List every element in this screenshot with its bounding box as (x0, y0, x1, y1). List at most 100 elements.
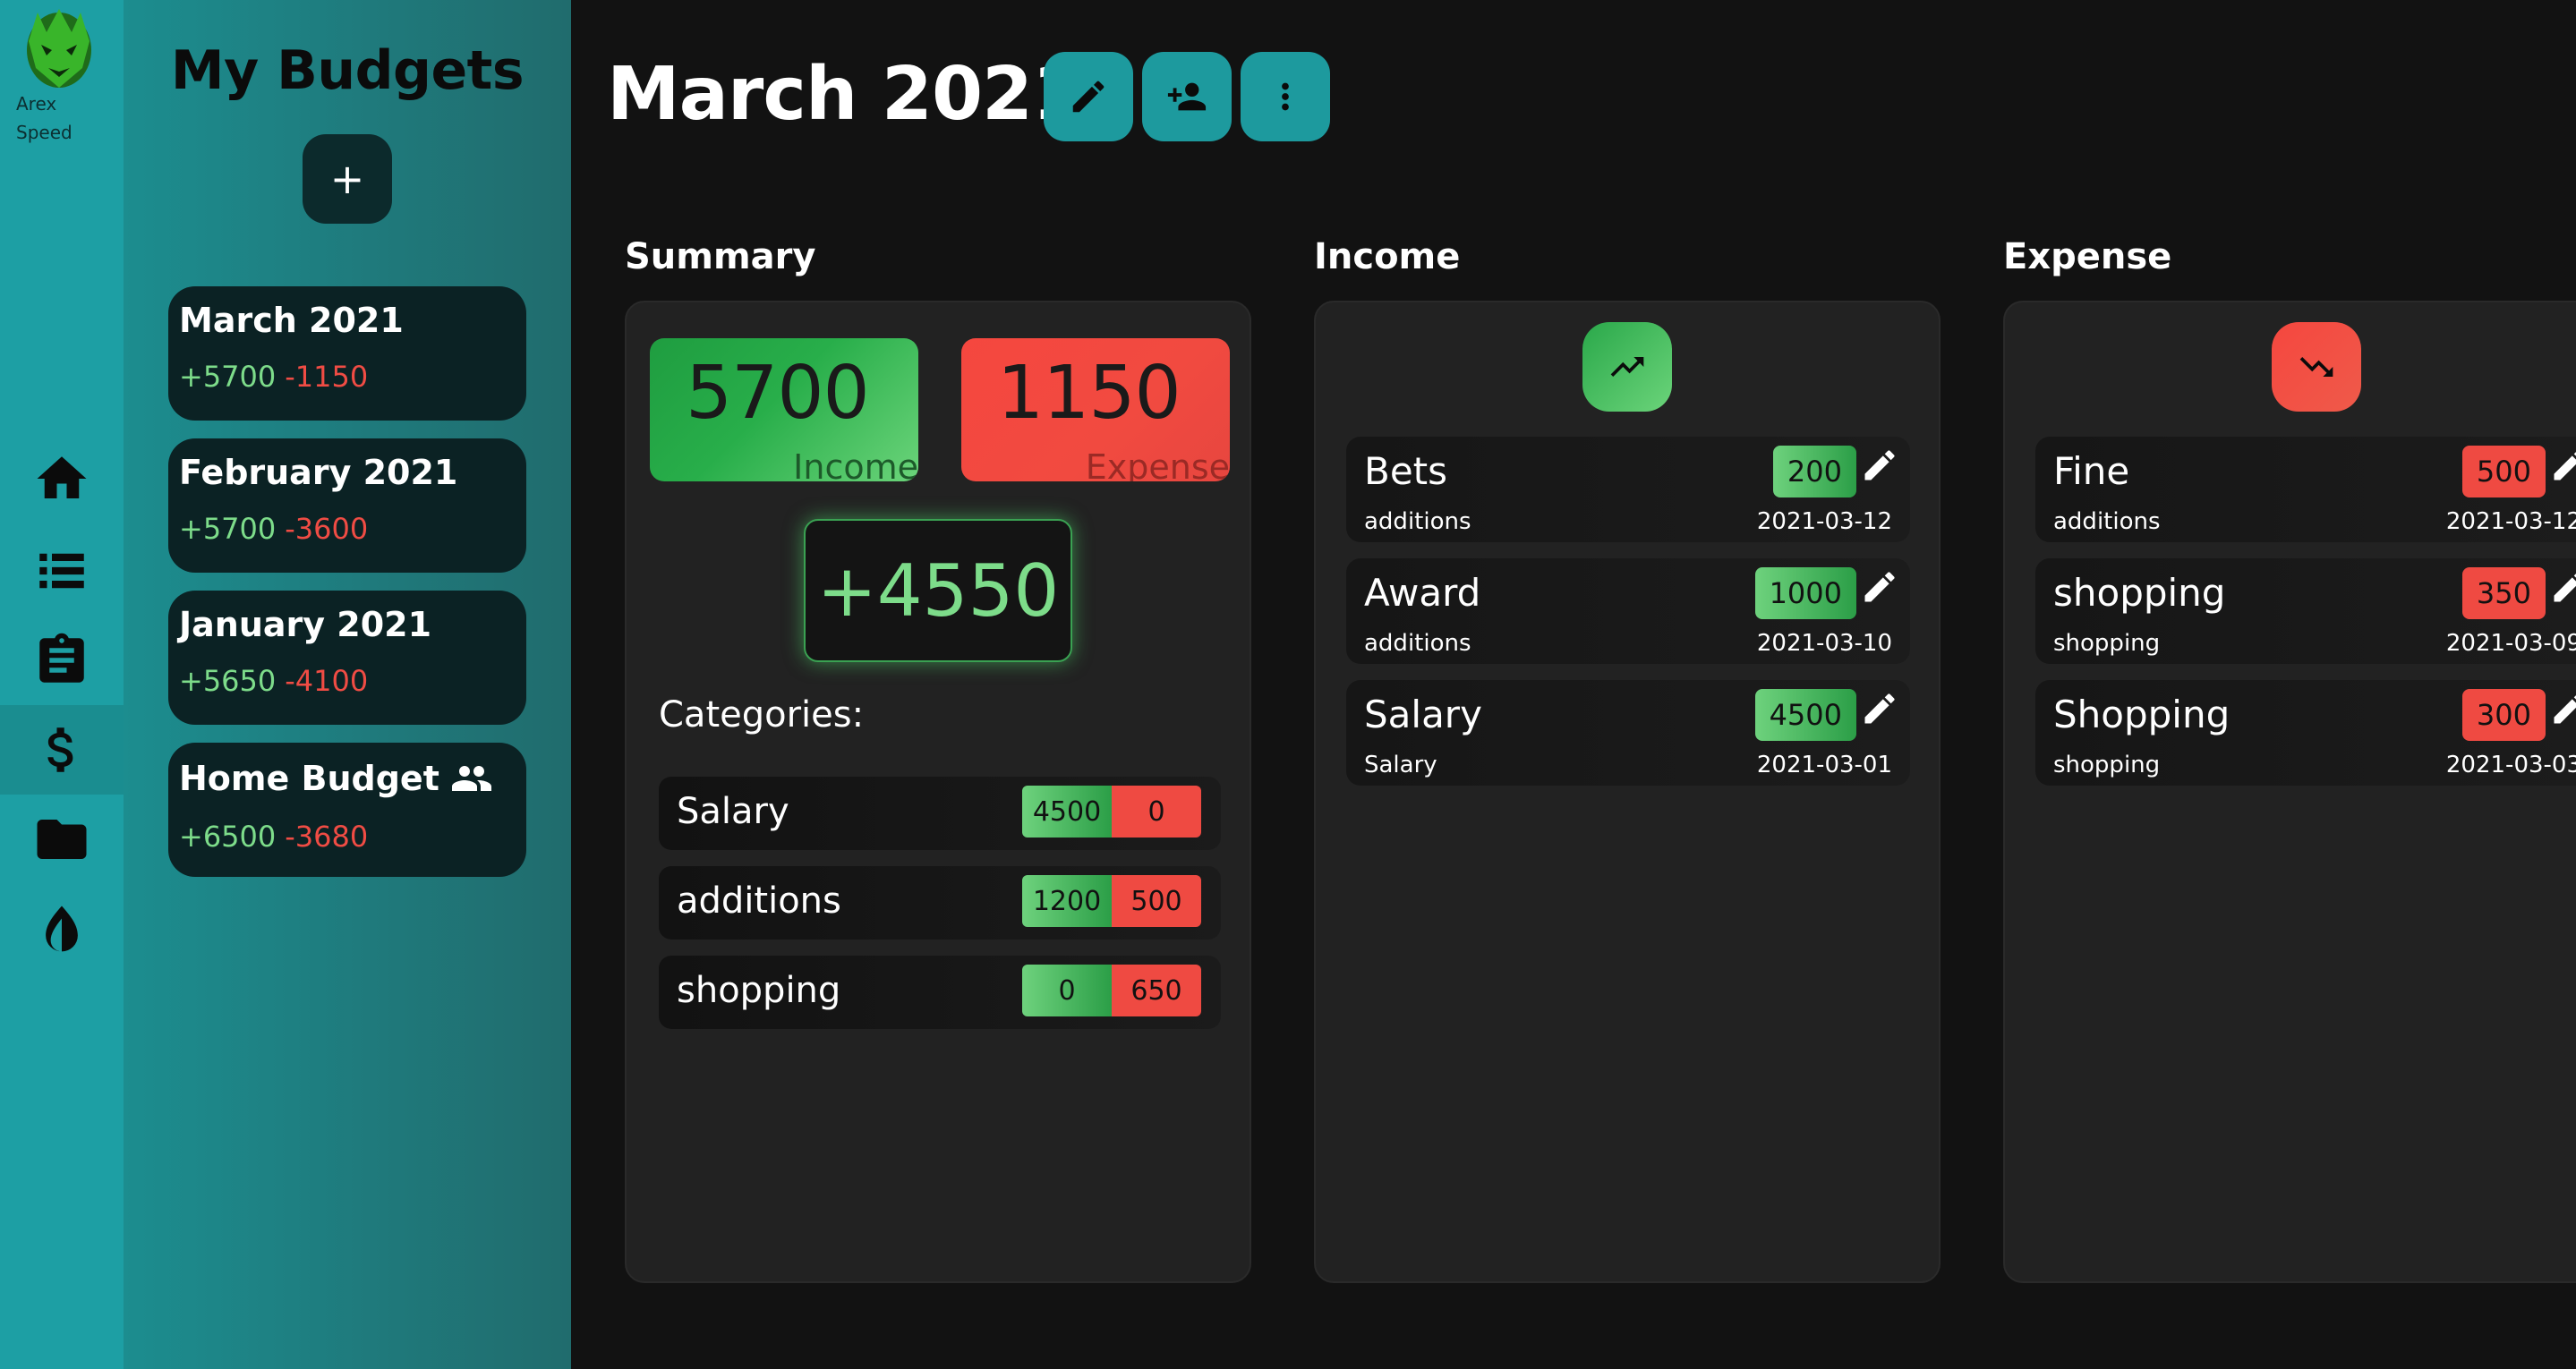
add-income-button[interactable] (1582, 322, 1672, 412)
list-icon (39, 553, 84, 589)
transaction-amount: 1000 (1754, 567, 1856, 619)
income-item[interactable]: Salary 4500 Salary 2021-03-01 (1346, 680, 1910, 786)
income-item[interactable]: Bets 200 additions 2021-03-12 (1346, 437, 1910, 542)
category-expense: 500 (1112, 875, 1201, 927)
category-name: additions (677, 880, 841, 922)
trending-down-icon (2299, 357, 2333, 377)
nav-folder[interactable] (0, 795, 124, 884)
category-income: 1200 (1022, 875, 1112, 927)
income-panel: Bets 200 additions 2021-03-12 Award 1000… (1314, 301, 1941, 1283)
budget-income: +5700 (179, 512, 277, 546)
budget-expense: -4100 (285, 664, 369, 698)
transaction-amount: 300 (2461, 689, 2546, 741)
budget-card-february-2021[interactable]: February 2021 +5700 -3600 (168, 438, 526, 573)
nav-theme[interactable] (0, 886, 124, 975)
transaction-date: 2021-03-01 (1756, 752, 1892, 778)
nav-list[interactable] (0, 526, 124, 616)
category-name: Salary (677, 791, 789, 832)
shared-group-icon (451, 766, 491, 791)
edit-transaction-button[interactable] (2549, 567, 2576, 607)
transaction-date: 2021-03-09 (2445, 630, 2576, 657)
edit-budget-button[interactable] (1044, 52, 1133, 141)
income-total-label: Income (793, 447, 918, 481)
more-vert-icon (1282, 82, 1289, 111)
budgets-panel: My Budgets + March 2021 +5700 -1150 Febru… (124, 0, 571, 1369)
transaction-amount: 500 (2461, 446, 2546, 497)
transaction-date: 2021-03-03 (2445, 752, 2576, 778)
budget-card-home-budget[interactable]: Home Budget +6500 -3680 (168, 743, 526, 877)
transaction-name: Award (1364, 571, 1481, 615)
more-options-button[interactable] (1241, 52, 1330, 141)
clipboard-icon (39, 633, 84, 683)
expense-total-value: 1150 (997, 351, 1181, 436)
nav-home[interactable] (0, 434, 124, 523)
home-icon (37, 456, 87, 498)
budget-card-march-2021[interactable]: March 2021 +5700 -1150 (168, 286, 526, 421)
transaction-name: shopping (2053, 571, 2226, 615)
edit-transaction-button[interactable] (1860, 567, 1899, 607)
budget-expense: -1150 (285, 360, 369, 394)
edit-transaction-button[interactable] (2549, 689, 2576, 728)
budget-income: +6500 (179, 820, 277, 854)
transaction-date: 2021-03-10 (1756, 630, 1892, 657)
transaction-category: Salary (1364, 752, 1437, 778)
budget-name: January 2021 (179, 605, 432, 644)
add-person-icon (1167, 82, 1207, 111)
folder-icon (37, 820, 87, 859)
transaction-amount: 4500 (1754, 689, 1856, 741)
avatar[interactable] (20, 5, 98, 91)
transaction-category: shopping (2053, 630, 2161, 657)
app-root: Arex Speed My Budgets + March 2021 +5700… (0, 0, 2576, 1369)
transaction-category: additions (1364, 508, 1471, 535)
transaction-name: Shopping (2053, 693, 2231, 736)
category-expense: 650 (1112, 965, 1201, 1016)
transaction-category: additions (2053, 508, 2161, 535)
budget-name: March 2021 (179, 301, 404, 340)
expense-item[interactable]: shopping 350 shopping 2021-03-09 (2035, 558, 2576, 664)
budget-income: +5650 (179, 664, 277, 698)
add-budget-button[interactable]: + (303, 134, 392, 224)
edit-icon (2554, 695, 2576, 724)
edit-transaction-button[interactable] (2549, 446, 2576, 485)
expense-item[interactable]: Shopping 300 shopping 2021-03-03 (2035, 680, 2576, 786)
budget-name: Home Budget (179, 759, 439, 798)
category-row: additions 1200 500 (659, 866, 1221, 940)
transaction-category: shopping (2053, 752, 2161, 778)
add-member-button[interactable] (1142, 52, 1232, 141)
summary-panel: 5700 Income 1150 Expense +4550 Categorie… (625, 301, 1251, 1283)
income-item[interactable]: Award 1000 additions 2021-03-10 (1346, 558, 1910, 664)
user-first-name: Arex (16, 93, 57, 115)
budget-name: February 2021 (179, 453, 458, 492)
edit-icon (1864, 450, 1895, 480)
income-title: Income (1314, 236, 1461, 277)
transaction-amount: 200 (1772, 446, 1856, 497)
expense-item[interactable]: Fine 500 additions 2021-03-12 (2035, 437, 2576, 542)
nav-budgets[interactable] (0, 705, 124, 795)
expense-title: Expense (2003, 236, 2172, 277)
add-expense-button[interactable] (2272, 322, 2361, 412)
icon-rail: Arex Speed (0, 0, 124, 1369)
balance-value: +4550 (804, 519, 1072, 662)
transaction-name: Fine (2053, 449, 2130, 493)
edit-icon (1864, 693, 1895, 724)
budgets-title: My Budgets (170, 39, 525, 102)
transaction-name: Salary (1364, 693, 1482, 736)
income-total-value: 5700 (686, 351, 870, 436)
summary-title: Summary (625, 236, 816, 277)
transaction-amount: 350 (2461, 567, 2546, 619)
categories-title: Categories: (659, 694, 865, 736)
category-row: shopping 0 650 (659, 956, 1221, 1029)
budget-income: +5700 (179, 360, 277, 394)
category-row: Salary 4500 0 (659, 777, 1221, 850)
nav-clipboard[interactable] (0, 616, 124, 705)
edit-icon (1864, 572, 1895, 602)
budget-card-january-2021[interactable]: January 2021 +5650 -4100 (168, 591, 526, 725)
edit-transaction-button[interactable] (1860, 446, 1899, 485)
budget-expense: -3680 (285, 820, 369, 854)
income-total-card: 5700 Income (650, 338, 918, 481)
dollar-icon (47, 727, 73, 772)
transaction-date: 2021-03-12 (2445, 508, 2576, 535)
category-name: shopping (677, 970, 841, 1011)
user-last-name: Speed (16, 122, 73, 143)
edit-transaction-button[interactable] (1860, 689, 1899, 728)
